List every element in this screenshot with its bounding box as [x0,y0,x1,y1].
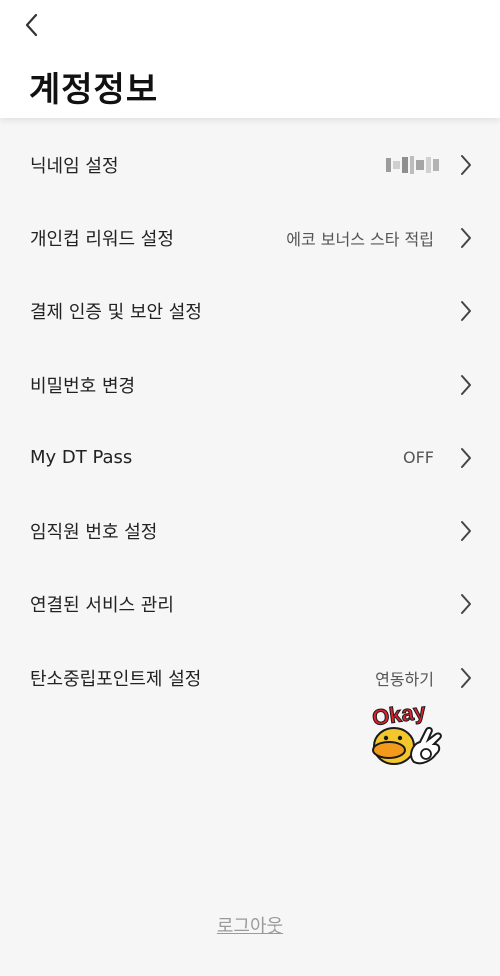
menu-item-password[interactable]: 비밀번호 변경 [0,348,500,421]
menu-item-label: 탄소중립포인트제 설정 [30,668,202,690]
menu-item-label: 비밀번호 변경 [30,375,136,397]
menu-item-value: 에코 보너스 스타 적립 [286,229,434,249]
menu-item-value: 연동하기 [375,669,434,689]
okay-duck-sticker: Okay [370,698,442,765]
menu-item-label: 결제 인증 및 보안 설정 [30,302,202,324]
chevron-right-icon [458,373,474,397]
chevron-right-icon [458,226,474,250]
menu-item-employee-number[interactable]: 임직원 번호 설정 [0,494,500,567]
chevron-right-icon [458,666,474,690]
settings-list: 닉네임 설정 개인컵 리워드 설정 에코 보너스 스타 적립 결제 인증 및 보… [0,128,500,714]
menu-item-nickname[interactable]: 닉네임 설정 [0,128,500,201]
sticker-text: Okay [371,698,429,730]
logout-link[interactable]: 로그아웃 [0,912,500,938]
chevron-left-icon [25,13,38,37]
menu-item-payment-security[interactable]: 결제 인증 및 보안 설정 [0,275,500,348]
menu-item-label: My DT Pass [30,447,133,469]
chevron-right-icon [458,153,474,177]
menu-item-label: 임직원 번호 설정 [30,522,158,544]
chevron-right-icon [458,592,474,616]
back-button[interactable] [14,8,48,42]
menu-item-value: OFF [403,448,434,468]
chevron-right-icon [458,299,474,323]
chevron-right-icon [458,519,474,543]
menu-item-personal-cup[interactable]: 개인컵 리워드 설정 에코 보너스 스타 적립 [0,201,500,274]
menu-item-label: 개인컵 리워드 설정 [30,228,174,250]
app-header: 계정정보 [0,0,500,118]
nickname-value-blurred [386,155,440,175]
menu-item-label: 닉네임 설정 [30,155,119,177]
menu-item-connected-services[interactable]: 연결된 서비스 관리 [0,568,500,641]
chevron-right-icon [458,446,474,470]
page-title: 계정정보 [29,70,159,110]
menu-item-label: 연결된 서비스 관리 [30,595,174,617]
menu-item-dt-pass[interactable]: My DT Pass OFF [0,421,500,494]
